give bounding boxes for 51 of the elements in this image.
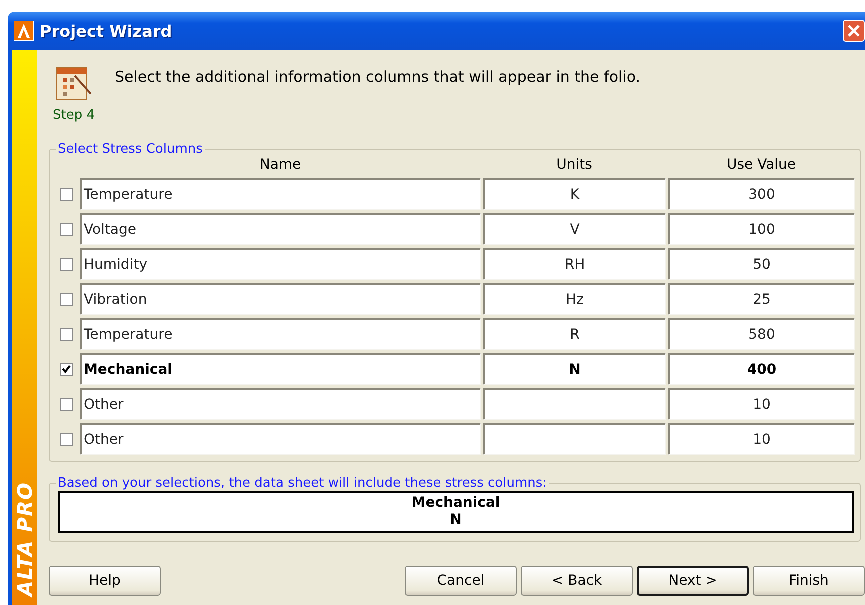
instruction-text: Select the additional information columns that will appear in the folio. [115, 68, 641, 88]
step-label: Step 4 [53, 108, 96, 123]
use-value-field[interactable]: 100 [668, 213, 855, 245]
wizard-button[interactable]: Next > [637, 566, 749, 596]
column-header: Name [258, 157, 302, 175]
units-field[interactable]: RH [483, 248, 666, 280]
wizard-button[interactable]: < Back [521, 566, 633, 596]
column-header: Units [556, 157, 594, 175]
units-field[interactable]: R [483, 318, 666, 350]
group-legend: Based on your selections, the data sheet will include these stress columns: [56, 476, 549, 491]
checkbox[interactable] [60, 432, 73, 446]
product-name-label: ALTA PRO [12, 482, 36, 597]
summary-line: N [450, 512, 462, 529]
units-field[interactable]: K [483, 178, 666, 210]
use-value-field[interactable]: 300 [668, 178, 855, 210]
wizard-button[interactable]: Cancel [405, 566, 517, 596]
name-field[interactable]: Temperature [80, 318, 481, 350]
wizard-button[interactable]: Help [49, 566, 161, 596]
close-button[interactable] [843, 20, 865, 42]
name-field[interactable]: Vibration [80, 283, 481, 315]
name-field[interactable]: Temperature [80, 178, 481, 210]
units-field[interactable]: Hz [483, 283, 666, 315]
name-field[interactable]: Voltage [80, 213, 481, 245]
use-value-field[interactable]: 10 [668, 423, 855, 455]
name-field[interactable]: Mechanical [80, 353, 481, 385]
checkbox[interactable] [60, 398, 73, 410]
units-field[interactable] [483, 423, 666, 455]
column-header: Use Value [726, 157, 798, 175]
group-legend: Select Stress Columns [56, 142, 205, 157]
use-value-field[interactable]: 400 [668, 353, 855, 385]
checkbox[interactable] [60, 188, 73, 200]
use-value-field[interactable]: 50 [668, 248, 855, 280]
window-title: Project Wizard [40, 22, 172, 40]
name-field[interactable]: Other [80, 388, 481, 420]
units-field[interactable] [483, 388, 666, 420]
units-field[interactable]: V [483, 213, 666, 245]
checkbox[interactable] [60, 362, 73, 376]
summary-line: Mechanical [412, 495, 500, 512]
checkbox[interactable] [60, 258, 73, 270]
use-value-field[interactable]: 10 [668, 388, 855, 420]
use-value-field[interactable]: 25 [668, 283, 855, 315]
checkbox[interactable] [60, 292, 73, 306]
checkbox[interactable] [60, 222, 73, 236]
name-field[interactable]: Humidity [80, 248, 481, 280]
close-icon [848, 25, 860, 37]
use-value-field[interactable]: 580 [668, 318, 855, 350]
units-field[interactable]: N [483, 353, 666, 385]
app-logo-icon [14, 21, 34, 41]
wizard-button[interactable]: Finish [753, 566, 865, 596]
checkbox[interactable] [60, 328, 73, 340]
name-field[interactable]: Other [80, 423, 481, 455]
